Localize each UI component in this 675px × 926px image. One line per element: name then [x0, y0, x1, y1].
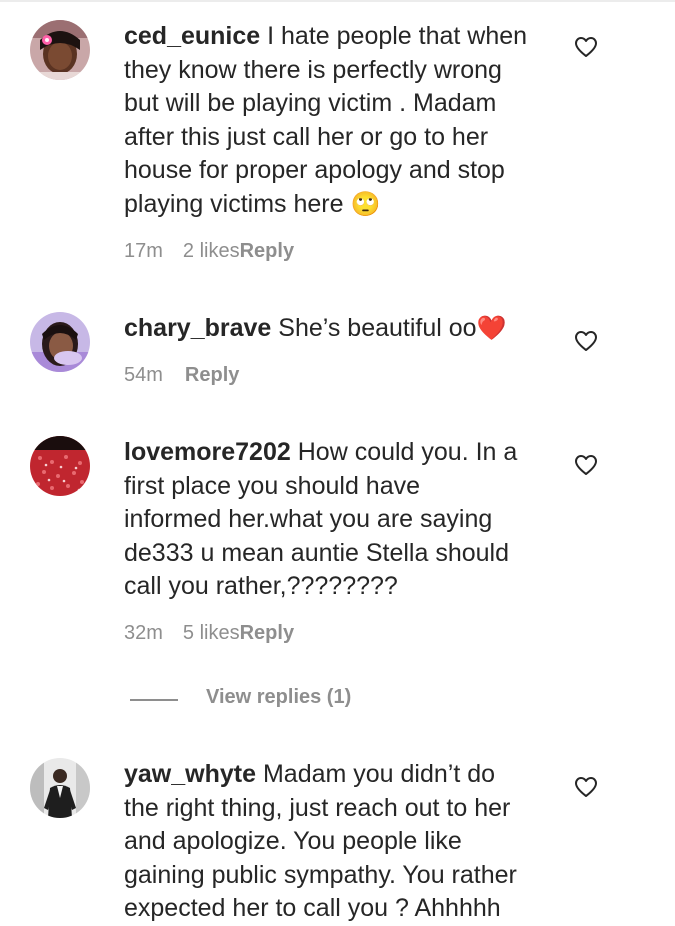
comment-line: I hate people that when — [267, 22, 528, 50]
comment-likes[interactable]: 5 likes — [183, 622, 240, 644]
comment-time: 32m — [124, 622, 163, 644]
avatar-woman-purple-icon — [30, 312, 90, 372]
comment-text: yaw_whyte Madam you didn’t do the right … — [124, 758, 549, 926]
comment-username[interactable]: ced_eunice — [124, 22, 260, 50]
comment-text: ced_eunice I hate people that when they … — [124, 20, 549, 221]
comment-line: de333 u mean auntie Stella should — [124, 538, 510, 567]
comment-line: house for proper apology and stop — [124, 156, 505, 184]
comment-line: the right thing, just reach out to her — [124, 793, 511, 822]
heart-outline-icon[interactable] — [574, 36, 598, 58]
reply-button[interactable]: Reply — [185, 364, 239, 386]
comment-line: playing victims here — [124, 189, 344, 218]
reply-button[interactable]: Reply — [240, 240, 294, 262]
comment-line: expected her to call you ? Ahhhhh — [124, 894, 501, 922]
comment-time: 54m — [124, 364, 163, 386]
comment-meta: 54m Reply — [124, 364, 239, 387]
comment-line: gaining public sympathy. You rather — [124, 860, 517, 889]
comment-username[interactable]: lovemore7202 — [124, 438, 291, 466]
comment-text: lovemore7202 How could you. In a first p… — [124, 436, 549, 604]
comment-meta: 32m 5 likesReply — [124, 622, 294, 645]
comment-line: and apologize. You people like — [124, 827, 462, 855]
avatar-red-pattern-icon — [30, 436, 90, 496]
comment-line: first place you should have — [124, 471, 421, 500]
comment-likes[interactable]: 2 likes — [183, 240, 240, 262]
comment-line: call you rather,???????? — [124, 572, 398, 600]
comment-meta: 17m 2 likesReply — [124, 240, 294, 263]
comment-line: Madam you didn’t do — [262, 760, 496, 788]
heart-outline-icon[interactable] — [574, 454, 598, 476]
heart-outline-icon[interactable] — [574, 776, 598, 798]
comment-line: informed her.what you are saying — [124, 505, 493, 533]
avatar-chary-brave[interactable] — [30, 312, 90, 372]
avatar-yaw-whyte[interactable] — [30, 758, 90, 818]
comment-username[interactable]: yaw_whyte — [124, 760, 256, 788]
comment-time: 17m — [124, 240, 163, 262]
red-heart-emoji-icon: ❤️ — [476, 315, 507, 342]
comment-line: they know there is perfectly wrong — [124, 55, 502, 84]
avatar-lovemore7202[interactable] — [30, 436, 90, 496]
comment-username[interactable]: chary_brave — [124, 314, 271, 342]
top-divider — [0, 0, 675, 2]
comment-text: chary_brave She’s beautiful oo❤️ — [124, 312, 549, 346]
view-replies-line — [130, 699, 178, 701]
avatar-woman-pink-flower-icon — [30, 20, 90, 80]
view-replies-label[interactable]: View replies (1) — [206, 686, 351, 709]
comment-line: How could you. In a — [297, 438, 518, 466]
comment-line: but will be playing victim . Madam — [124, 89, 497, 117]
avatar-ced-eunice[interactable] — [30, 20, 90, 80]
avatar-man-suit-icon — [30, 758, 90, 818]
heart-outline-icon[interactable] — [574, 330, 598, 352]
eye-roll-emoji-icon: 🙄 — [350, 190, 381, 218]
comment-line: She’s beautiful oo — [278, 314, 477, 342]
comment-line: after this just call her or go to her — [124, 122, 489, 151]
reply-button[interactable]: Reply — [240, 622, 294, 644]
